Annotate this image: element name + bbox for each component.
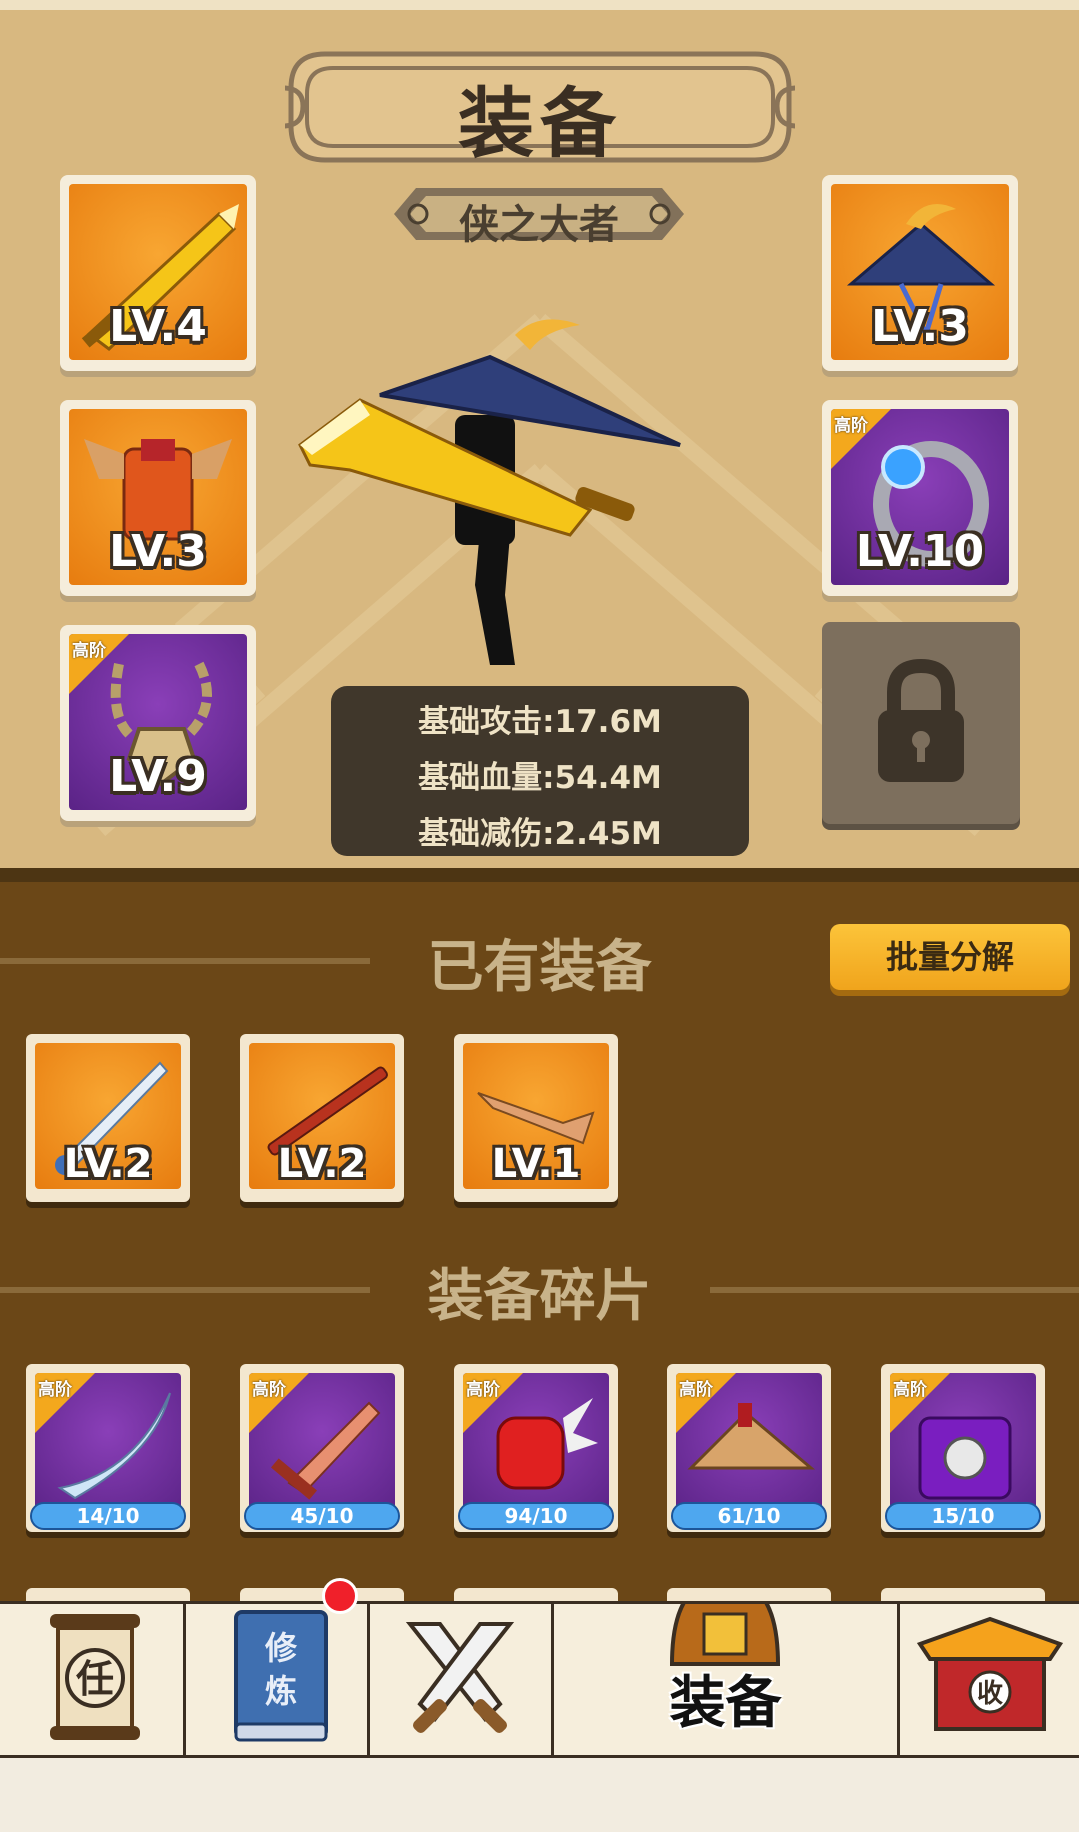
nav-tab-battle[interactable]: [370, 1604, 551, 1755]
locked-slot[interactable]: [822, 622, 1020, 824]
fragment-progress-bar: 15/10: [885, 1502, 1041, 1530]
fragment-progress-bar: 94/10: [458, 1502, 614, 1530]
slot-level: LV.3: [871, 301, 969, 352]
scroll-icon: 任: [50, 1614, 140, 1740]
stat-health: 基础血量:54.4M: [418, 760, 662, 796]
fragment-item[interactable]: 高阶 45/10: [240, 1364, 404, 1532]
stat-attack: 基础攻击:17.6M: [418, 704, 662, 740]
tier-badge: 高阶: [679, 1380, 713, 1400]
tier-badge: 高阶: [893, 1380, 927, 1400]
slot-level: LV.4: [109, 301, 207, 352]
page-title: 装备: [458, 79, 622, 168]
book-glyph-1: 修: [264, 1629, 298, 1667]
stat-defense: 基础减伤:2.45M: [418, 816, 662, 852]
nav-tab-collect[interactable]: 收: [900, 1604, 1079, 1755]
item-level: LV.1: [491, 1141, 581, 1187]
crossed-swords-icon: [405, 1622, 515, 1734]
slot-level: LV.3: [109, 526, 207, 577]
lock-icon: [878, 658, 964, 782]
fragment-count: 61/10: [717, 1504, 781, 1528]
owned-item[interactable]: LV.2: [240, 1034, 404, 1202]
fragment-count: 45/10: [290, 1504, 354, 1528]
fragment-count: 94/10: [504, 1504, 568, 1528]
fragment-count: 14/10: [76, 1504, 140, 1528]
owned-item[interactable]: LV.1: [454, 1034, 618, 1202]
character-figure: [298, 319, 681, 665]
hat-slot[interactable]: LV.3: [822, 175, 1018, 371]
fragment-progress-bar: 45/10: [244, 1502, 400, 1530]
nav-tab-equipment[interactable]: 装备: [554, 1604, 897, 1755]
nav-tab-equipment-label: 装备: [669, 1671, 782, 1736]
tier-badge: 高阶: [72, 641, 106, 661]
bottom-nav: 任 修 炼 装备 收: [0, 1601, 1079, 1758]
fragments-section-title: 装备碎片: [427, 1264, 652, 1329]
nav-tab-task[interactable]: 任: [0, 1604, 183, 1755]
notification-badge: [322, 1578, 358, 1614]
ring-slot[interactable]: 高阶 LV.10: [822, 400, 1018, 596]
tier-badge: 高阶: [834, 416, 868, 436]
fragment-item[interactable]: 高阶 15/10: [881, 1364, 1045, 1532]
slot-level: LV.10: [855, 526, 985, 577]
stats-panel: 基础攻击:17.6M 基础血量:54.4M 基础减伤:2.45M: [331, 686, 749, 856]
necklace-slot[interactable]: 高阶 LV.9: [60, 625, 256, 821]
fragment-progress-bar: 61/10: [671, 1502, 827, 1530]
scroll-glyph: 任: [76, 1657, 114, 1701]
screen-footer: [0, 1758, 1079, 1832]
fragment-progress-bar: 14/10: [30, 1502, 186, 1530]
shop-icon: 收: [916, 1616, 1064, 1731]
item-level: LV.2: [277, 1141, 367, 1187]
character-title-text: 侠之大者: [459, 202, 619, 248]
owned-item[interactable]: LV.2: [26, 1034, 190, 1202]
slot-level: LV.9: [109, 751, 207, 802]
fragment-item[interactable]: 高阶 61/10: [667, 1364, 831, 1532]
tier-badge: 高阶: [466, 1380, 500, 1400]
tier-badge: 高阶: [38, 1380, 72, 1400]
nav-tab-cultivate[interactable]: 修 炼: [186, 1604, 367, 1755]
character-title: 侠之大者: [392, 186, 686, 248]
batch-decompose-button[interactable]: 批量分解: [830, 924, 1070, 990]
fragment-item[interactable]: 高阶 14/10: [26, 1364, 190, 1532]
book-icon: 修 炼: [234, 1610, 328, 1742]
title-banner: 装备: [285, 48, 795, 168]
fragment-item[interactable]: 高阶 94/10: [454, 1364, 618, 1532]
item-level: LV.2: [63, 1141, 153, 1187]
armor-slot[interactable]: LV.3: [60, 400, 256, 596]
weapon-slot[interactable]: LV.4: [60, 175, 256, 371]
shop-glyph: 收: [977, 1679, 1003, 1709]
book-glyph-2: 炼: [265, 1672, 297, 1710]
tier-badge: 高阶: [252, 1380, 286, 1400]
fragment-count: 15/10: [931, 1504, 995, 1528]
